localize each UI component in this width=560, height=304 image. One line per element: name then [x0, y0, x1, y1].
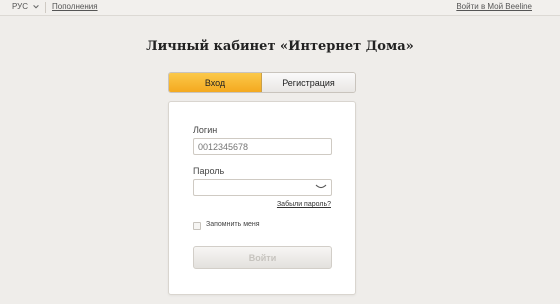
login-button[interactable]: Войти: [193, 246, 332, 269]
login-label: Логин: [193, 125, 218, 135]
eye-closed-icon[interactable]: [315, 184, 327, 190]
tab-registration[interactable]: Регистрация: [262, 73, 355, 92]
password-input[interactable]: [193, 179, 332, 196]
my-beeline-login-link[interactable]: Войти в Мой Beeline: [456, 2, 532, 11]
forgot-password-link[interactable]: Забыли пароль?: [277, 201, 331, 208]
login-form: Логин Пароль Забыли пароль? Запомнить ме…: [168, 101, 356, 295]
chevron-down-icon[interactable]: [32, 3, 40, 11]
top-bar: РУС Пополнения Войти в Мой Beeline: [0, 0, 560, 16]
remember-me-label[interactable]: Запомнить меня: [206, 221, 260, 228]
auth-tabs: Вход Регистрация: [168, 72, 356, 93]
tab-login[interactable]: Вход: [169, 73, 262, 92]
divider: [45, 2, 46, 13]
remember-me-checkbox[interactable]: [193, 222, 201, 230]
topup-link[interactable]: Пополнения: [52, 2, 98, 11]
login-input[interactable]: [193, 138, 332, 155]
page-title: Личный кабинет «Интернет Дома»: [146, 39, 414, 54]
password-label: Пароль: [193, 166, 225, 176]
